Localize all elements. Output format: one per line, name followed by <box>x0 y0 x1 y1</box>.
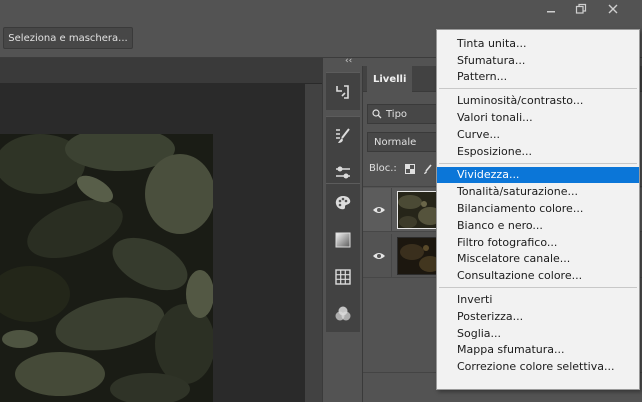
collapse-panels-button[interactable]: ‹‹ <box>345 56 352 66</box>
menu-item[interactable]: Tonalità/saturazione... <box>437 183 639 200</box>
layer-thumbnail[interactable] <box>397 190 441 229</box>
collapsed-panels-strip <box>322 58 360 402</box>
channels-icon <box>335 306 351 320</box>
menu-item[interactable]: Posterizza... <box>437 308 639 325</box>
panel-group-brushes <box>326 116 360 191</box>
adjustment-layer-menu: Tinta unita... Sfumatura... Pattern... L… <box>436 29 640 390</box>
grid-icon <box>335 268 351 285</box>
menu-item[interactable]: Mappa sfumatura... <box>437 342 639 359</box>
lock-image-pixels-icon[interactable] <box>423 163 433 174</box>
photoshop-window: Seleziona e maschera... ‹‹ Livelli Tipo … <box>0 0 642 402</box>
title-bar <box>0 0 642 20</box>
menu-item[interactable]: Soglia... <box>437 325 639 342</box>
menu-item[interactable]: Filtro fotografico... <box>437 234 639 251</box>
restore-icon <box>575 3 587 14</box>
layer-thumbnail[interactable] <box>397 236 441 275</box>
channels-button[interactable] <box>326 295 360 332</box>
palette-icon <box>335 195 351 209</box>
brush-settings-icon <box>336 127 350 143</box>
select-and-mask-button[interactable]: Seleziona e maschera... <box>3 27 133 49</box>
panel-group-history <box>326 72 360 110</box>
eye-icon <box>373 252 385 259</box>
document-area <box>0 58 322 402</box>
eye-icon <box>373 206 385 213</box>
adjustments-icon <box>336 166 350 178</box>
layer-kind-filter[interactable]: Tipo <box>367 104 439 124</box>
minimize-button[interactable] <box>536 0 566 18</box>
kind-filter-value: Tipo <box>386 108 408 120</box>
menu-item[interactable]: Esposizione... <box>437 143 639 160</box>
menu-item[interactable]: Miscelatore canale... <box>437 251 639 268</box>
menu-item[interactable]: Consultazione colore... <box>437 267 639 284</box>
lock-transparent-pixels-icon[interactable] <box>404 163 415 174</box>
menu-item[interactable]: Valori tonali... <box>437 109 639 126</box>
close-button[interactable] <box>598 0 628 18</box>
document-image <box>0 134 213 402</box>
menu-item[interactable]: Pattern... <box>437 69 639 86</box>
search-icon <box>372 109 382 119</box>
layer-divider <box>391 234 392 278</box>
menu-item-highlighted[interactable]: Vividezza... <box>437 166 639 184</box>
menu-item[interactable]: Curve... <box>437 126 639 143</box>
menu-item[interactable]: Inverti <box>437 291 639 308</box>
panel-group-color <box>326 183 360 332</box>
brush-settings-button[interactable] <box>326 117 360 154</box>
layer-visibility-toggle[interactable] <box>372 203 386 217</box>
tab-layers[interactable]: Livelli <box>367 66 413 92</box>
gradient-icon <box>335 232 351 247</box>
vertical-scrollbar[interactable] <box>305 84 322 402</box>
menu-item[interactable]: Correzione colore selettiva... <box>437 358 639 375</box>
blend-mode-select[interactable]: Normale <box>367 132 439 152</box>
history-icon <box>336 84 349 99</box>
history-button[interactable] <box>326 73 360 110</box>
lock-controls: Bloc.: <box>369 163 433 174</box>
canvas[interactable] <box>0 84 305 402</box>
layer-divider <box>391 188 392 232</box>
menu-item[interactable]: Luminosità/contrasto... <box>437 92 639 109</box>
menu-item[interactable]: Bilanciamento colore... <box>437 200 639 217</box>
menu-item[interactable]: Bianco e nero... <box>437 217 639 234</box>
menu-item[interactable]: Sfumatura... <box>437 52 639 69</box>
layer-visibility-toggle[interactable] <box>372 249 386 263</box>
minimize-icon <box>547 11 555 13</box>
menu-separator <box>439 88 637 90</box>
close-icon <box>608 4 618 14</box>
document-tab-strip <box>0 58 322 84</box>
menu-item[interactable]: Tinta unita... <box>437 35 639 52</box>
menu-separator <box>439 287 637 289</box>
color-panel-button[interactable] <box>326 184 360 221</box>
gradients-button[interactable] <box>326 221 360 258</box>
restore-button[interactable] <box>566 0 596 18</box>
menu-separator <box>439 162 637 164</box>
lock-label: Bloc.: <box>369 163 397 174</box>
swatches-button[interactable] <box>326 258 360 295</box>
